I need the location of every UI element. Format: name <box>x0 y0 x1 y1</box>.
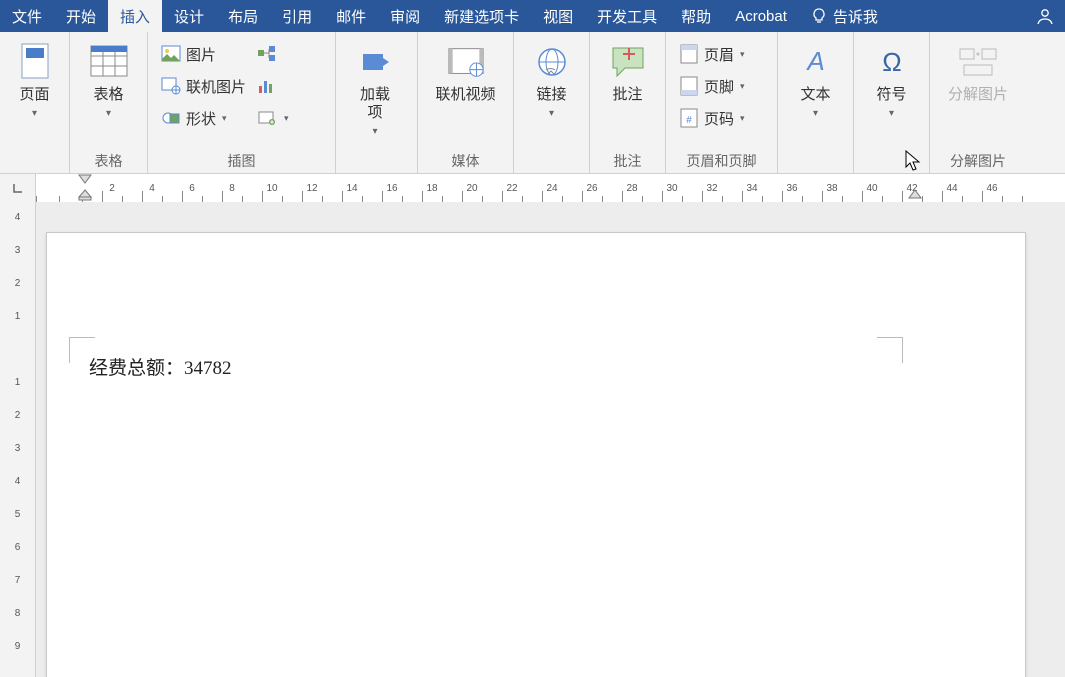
group-label-pages <box>0 151 69 173</box>
page-scroll[interactable]: 经费总额：34782 <box>36 202 1065 677</box>
comment-button[interactable]: 批注 <box>598 38 657 148</box>
page-icon <box>15 42 55 82</box>
links-button[interactable]: 链接 ▾ <box>522 38 581 148</box>
caret-icon: ▾ <box>284 113 289 124</box>
table-icon <box>89 42 129 82</box>
caret-icon: ▾ <box>889 108 894 119</box>
caret-icon: ▾ <box>106 108 111 119</box>
pagenum-button[interactable]: # 页码 ▾ <box>674 102 749 134</box>
symbol-button[interactable]: Ω 符号 ▾ <box>862 38 921 148</box>
tab-review[interactable]: 审阅 <box>378 0 432 32</box>
horizontal-ruler[interactable]: 2468101214161820222426283032343638404244… <box>36 174 1065 202</box>
footer-icon <box>678 75 700 97</box>
shapes-button[interactable]: 形状 ▾ <box>156 102 250 134</box>
smartart-button[interactable] <box>252 38 293 70</box>
tab-tellme[interactable]: 告诉我 <box>799 0 890 32</box>
tab-insert[interactable]: 插入 <box>108 0 162 32</box>
group-label-illustrations: 插图 <box>148 151 335 173</box>
caret-icon: ▾ <box>32 108 37 119</box>
tab-view[interactable]: 视图 <box>531 0 585 32</box>
page[interactable]: 经费总额：34782 <box>46 232 1026 677</box>
tab-layout[interactable]: 布局 <box>216 0 270 32</box>
right-indent-icon[interactable] <box>908 189 922 199</box>
text-icon: A <box>796 42 836 82</box>
group-label-symbols <box>854 151 929 173</box>
tab-mail[interactable]: 邮件 <box>324 0 378 32</box>
group-label-headerfooter: 页眉和页脚 <box>666 151 777 173</box>
user-icon <box>1035 6 1055 26</box>
margin-corner-icon <box>877 337 903 363</box>
screenshot-icon <box>256 107 278 129</box>
breakpic-icon <box>958 42 998 82</box>
hanging-indent-icon[interactable] <box>78 189 92 201</box>
pages-button[interactable]: 页面 ▾ <box>8 38 61 148</box>
smartart-icon <box>256 43 278 65</box>
margin-corner-icon <box>69 337 95 363</box>
picture-button[interactable]: 图片 <box>156 38 250 70</box>
lightbulb-icon <box>811 8 827 24</box>
header-button[interactable]: 页眉 ▾ <box>674 38 749 70</box>
online-picture-icon <box>160 75 182 97</box>
ruler-area: 2468101214161820222426283032343638404244… <box>0 174 1065 202</box>
screenshot-button[interactable]: ▾ <box>252 102 293 134</box>
group-label-links <box>514 151 589 173</box>
symbol-icon: Ω <box>872 42 912 82</box>
first-line-indent-icon[interactable] <box>78 174 92 184</box>
caret-icon: ▾ <box>222 113 227 124</box>
svg-text:#: # <box>686 115 692 126</box>
svg-text:Ω: Ω <box>882 47 901 77</box>
header-icon <box>678 43 700 65</box>
document-area: 4321123456789 经费总额：34782 <box>0 202 1065 677</box>
group-label-addins <box>336 151 417 173</box>
text-button[interactable]: A 文本 ▾ <box>786 38 845 148</box>
breakpic-button: 分解图片 <box>938 38 1018 148</box>
caret-icon: ▾ <box>740 113 745 124</box>
tab-design[interactable]: 设计 <box>162 0 216 32</box>
tab-acrobat[interactable]: Acrobat <box>723 0 799 32</box>
tab-developer[interactable]: 开发工具 <box>585 0 669 32</box>
ribbon: 页面 ▾ 表格 ▾ 表格 图片 <box>0 32 1065 174</box>
comment-icon <box>608 42 648 82</box>
group-label-tables: 表格 <box>70 151 147 173</box>
link-icon <box>532 42 572 82</box>
pagenum-icon: # <box>678 107 700 129</box>
addins-button[interactable]: 加载 项 ▾ <box>344 38 406 148</box>
group-label-text <box>778 151 853 173</box>
table-button[interactable]: 表格 ▾ <box>78 38 139 148</box>
chart-button[interactable] <box>252 70 293 102</box>
tab-selector[interactable] <box>0 174 36 202</box>
tab-home[interactable]: 开始 <box>54 0 108 32</box>
picture-icon <box>160 43 182 65</box>
caret-icon: ▾ <box>372 126 377 137</box>
video-icon <box>446 42 486 82</box>
tellme-label: 告诉我 <box>833 6 878 27</box>
tab-help[interactable]: 帮助 <box>669 0 723 32</box>
shapes-icon <box>160 107 182 129</box>
svg-text:A: A <box>805 46 824 76</box>
caret-icon: ▾ <box>740 49 745 60</box>
tab-references[interactable]: 引用 <box>270 0 324 32</box>
group-label-breakpic: 分解图片 <box>930 151 1026 173</box>
addins-icon <box>355 42 395 82</box>
group-label-comments: 批注 <box>590 151 665 173</box>
tab-file[interactable]: 文件 <box>0 0 54 32</box>
footer-button[interactable]: 页脚 ▾ <box>674 70 749 102</box>
chart-icon <box>256 75 278 97</box>
online-video-button[interactable]: 联机视频 <box>426 38 505 148</box>
caret-icon: ▾ <box>740 81 745 92</box>
group-label-media: 媒体 <box>418 151 513 173</box>
tab-newtab[interactable]: 新建选项卡 <box>432 0 531 32</box>
account-button[interactable] <box>1025 0 1065 32</box>
document-text[interactable]: 经费总额：34782 <box>89 353 983 380</box>
online-picture-button[interactable]: 联机图片 <box>156 70 250 102</box>
caret-icon: ▾ <box>549 108 554 119</box>
ribbon-tabbar: 文件 开始 插入 设计 布局 引用 邮件 审阅 新建选项卡 视图 开发工具 帮助… <box>0 0 1065 32</box>
caret-icon: ▾ <box>813 108 818 119</box>
table-label: 表格 <box>93 86 123 104</box>
pages-label: 页面 <box>19 86 49 104</box>
vertical-ruler[interactable]: 4321123456789 <box>0 202 36 677</box>
